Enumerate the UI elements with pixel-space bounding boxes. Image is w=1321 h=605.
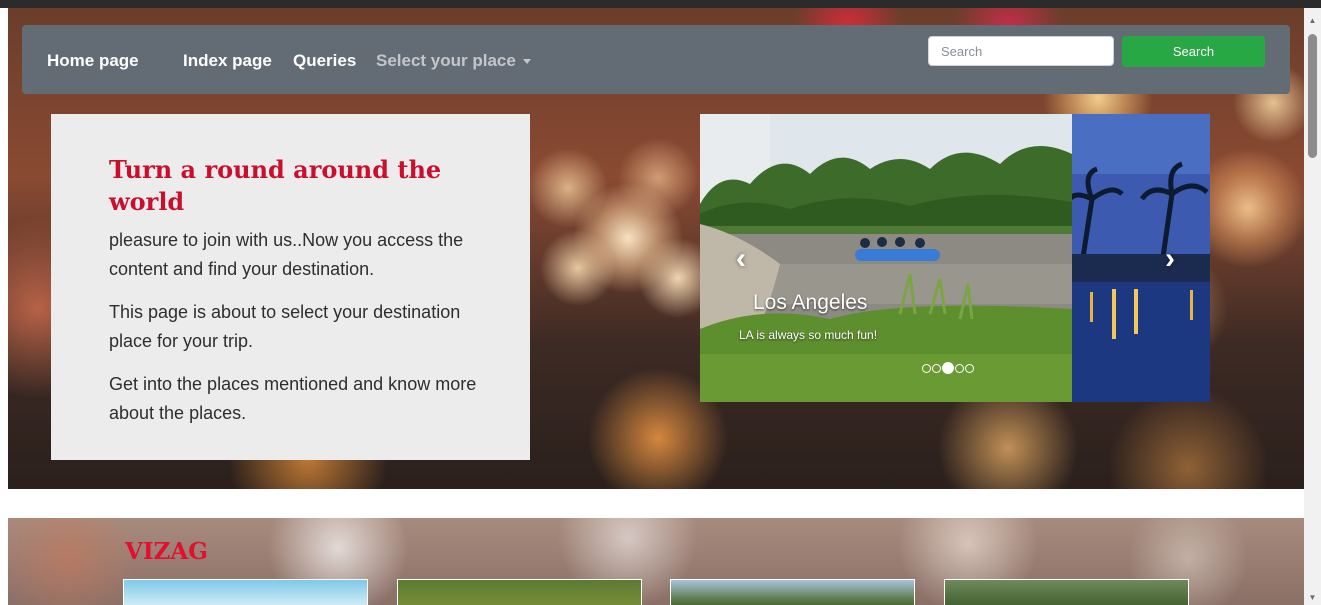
destination-thumbnail[interactable] bbox=[944, 579, 1189, 605]
destination-thumbnail[interactable] bbox=[123, 579, 368, 605]
window-top-edge bbox=[0, 0, 1321, 8]
carousel-prev-icon[interactable]: ‹ bbox=[726, 244, 756, 274]
carousel-indicator-5[interactable] bbox=[965, 364, 974, 373]
scrollbar-thumb[interactable] bbox=[1308, 34, 1317, 158]
intro-paragraph-3: Get into the places mentioned and know m… bbox=[109, 374, 477, 423]
search-button[interactable]: Search bbox=[1122, 36, 1265, 67]
scroll-down-arrow-icon[interactable]: ▼ bbox=[1304, 591, 1321, 605]
carousel-indicators bbox=[922, 360, 975, 374]
intro-card: Turn a round around the world pleasure t… bbox=[51, 114, 530, 460]
nav-link-queries[interactable]: Queries bbox=[293, 51, 356, 71]
destination-thumbnail[interactable] bbox=[397, 579, 642, 605]
section-title: VIZAG bbox=[125, 538, 208, 565]
nav-link-home[interactable]: Home page bbox=[47, 51, 139, 71]
caret-down-icon bbox=[522, 59, 531, 65]
carousel-indicator-1[interactable] bbox=[922, 364, 931, 373]
page-scrollbar[interactable]: ▲ ▼ bbox=[1304, 8, 1321, 605]
intro-paragraph-1: pleasure to join with us..Now you access… bbox=[109, 230, 464, 279]
image-carousel: ‹ › Los Angeles LA is always so much fun… bbox=[700, 114, 1210, 402]
intro-title: Turn a round around the world bbox=[109, 155, 442, 216]
carousel-next-slide-preview bbox=[1072, 114, 1210, 402]
search-input[interactable] bbox=[928, 36, 1114, 66]
carousel-indicator-2[interactable] bbox=[932, 364, 941, 373]
destination-thumbnail[interactable] bbox=[670, 579, 915, 605]
carousel-next-icon[interactable]: › bbox=[1155, 244, 1185, 274]
scroll-up-arrow-icon[interactable]: ▲ bbox=[1304, 14, 1321, 28]
carousel-indicator-4[interactable] bbox=[955, 364, 964, 373]
carousel-caption-text: LA is always so much fun! bbox=[739, 328, 878, 342]
nav-dropdown-select-place[interactable]: Select your place bbox=[376, 51, 531, 71]
carousel-caption-title: Los Angeles bbox=[753, 291, 868, 314]
intro-paragraph-2: This page is about to select your destin… bbox=[109, 302, 461, 351]
destination-section: VIZAG bbox=[8, 518, 1304, 605]
carousel-indicator-3[interactable] bbox=[942, 362, 954, 374]
nav-dropdown-label: Select your place bbox=[376, 51, 516, 70]
navbar: Home page Index page Queries Select your… bbox=[22, 25, 1290, 94]
nav-link-index[interactable]: Index page bbox=[183, 51, 272, 71]
